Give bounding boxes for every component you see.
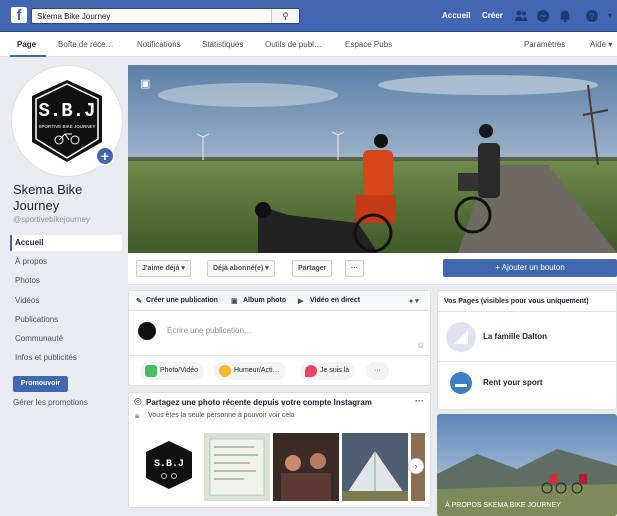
- instagram-photo[interactable]: [342, 433, 408, 501]
- smiley-icon: [219, 365, 231, 377]
- your-pages-title: Vos Pages (visibles pour vous uniquement…: [444, 298, 589, 305]
- check-in-button[interactable]: Je suis là: [300, 362, 356, 380]
- tab-inbox[interactable]: Boîte de réce…: [58, 40, 114, 49]
- photo-icon: [145, 365, 157, 377]
- tab-live-video[interactable]: Vidéo en direct: [310, 297, 360, 304]
- tab-ads[interactable]: Espace Pubs: [345, 40, 392, 49]
- page-handle[interactable]: @sportivebikejourney: [13, 215, 90, 224]
- help-dropdown[interactable]: Aide ▾: [590, 40, 612, 49]
- svg-text:▣: ▣: [140, 78, 150, 90]
- tab-publishing-tools[interactable]: Outils de publ…: [265, 40, 322, 49]
- next-arrow-icon[interactable]: ›: [408, 458, 424, 474]
- active-tab-indicator: [10, 55, 46, 57]
- tab-notifications[interactable]: Notifications: [137, 40, 181, 49]
- photo-video-button[interactable]: Photo/Vidéo: [140, 362, 205, 380]
- left-nav-about[interactable]: À propos: [15, 257, 47, 266]
- pencil-icon: ✎: [136, 298, 142, 305]
- svg-text:S.B.J: S.B.J: [154, 459, 184, 470]
- instagram-photo[interactable]: [204, 433, 270, 501]
- about-banner[interactable]: À PROPOS SKEMA BIKE JOURNEY: [437, 414, 617, 516]
- emoji-icon[interactable]: ☺: [416, 340, 425, 350]
- like-button[interactable]: J'aime déjà ▾: [136, 260, 191, 277]
- location-pin-icon: [305, 365, 317, 377]
- follow-button[interactable]: Déjà abonné(e) ▾: [207, 260, 275, 277]
- cover-photo[interactable]: ▣: [128, 65, 617, 253]
- left-nav-info-ads[interactable]: Infos et publicités: [15, 353, 77, 362]
- left-nav-community[interactable]: Communauté: [15, 334, 63, 343]
- svg-text:?: ?: [590, 12, 595, 21]
- page-title[interactable]: Skema Bike Journey: [13, 182, 123, 214]
- instagram-title: Partagez une photo récente depuis votre …: [146, 398, 372, 407]
- page-link-rent-your-sport[interactable]: Rent your sport: [483, 378, 543, 387]
- left-nav-posts[interactable]: Publications: [15, 315, 58, 324]
- search-icon[interactable]: ⚲: [271, 9, 299, 23]
- nav-create-link[interactable]: Créer: [482, 11, 503, 20]
- chip-label: Humeur/Acti…: [234, 367, 280, 374]
- page-avatar[interactable]: [450, 372, 472, 394]
- add-profile-photo-icon[interactable]: +: [95, 146, 115, 166]
- tab-photo-album[interactable]: Album photo: [243, 297, 286, 304]
- post-input[interactable]: Écrire une publication…: [167, 326, 252, 335]
- help-icon[interactable]: ?: [585, 9, 599, 23]
- account-menu-chevron-icon[interactable]: ▾: [603, 9, 617, 23]
- facebook-logo-icon[interactable]: f: [11, 7, 27, 23]
- logo-subtitle: SPORTIVE BIKE JOURNEY: [38, 124, 96, 129]
- chip-label: Je suis là: [320, 367, 350, 374]
- feeling-button[interactable]: Humeur/Acti…: [214, 362, 286, 380]
- search-box[interactable]: Skema Bike Journey ⚲: [31, 8, 300, 24]
- instagram-photo[interactable]: [273, 433, 339, 501]
- lock-icon: 🔒︎: [135, 411, 140, 420]
- left-nav-home[interactable]: Accueil: [15, 238, 43, 247]
- tab-page[interactable]: Page: [17, 40, 36, 49]
- logo-initials: S.B.J: [38, 100, 96, 122]
- notifications-icon[interactable]: [558, 9, 572, 23]
- chip-label: Photo/Vidéo: [160, 367, 199, 374]
- search-input[interactable]: Skema Bike Journey: [37, 12, 110, 21]
- divider: [438, 311, 616, 312]
- tab-create-post[interactable]: Créer une publication: [146, 297, 218, 304]
- left-nav-photos[interactable]: Photos: [15, 276, 40, 285]
- nav-home-link[interactable]: Accueil: [442, 11, 470, 20]
- more-options-button[interactable]: ···: [366, 362, 389, 380]
- page-link-dalton[interactable]: La famille Dalton: [483, 332, 547, 341]
- composer-settings-icon[interactable]: ● ▾: [409, 297, 419, 305]
- left-nav-videos[interactable]: Vidéos: [15, 296, 39, 305]
- instagram-logo-thumb[interactable]: S.B.J: [142, 438, 196, 492]
- privacy-note: Vous êtes la seule personne à pouvoir vo…: [148, 412, 295, 419]
- page-avatar[interactable]: [446, 322, 476, 352]
- promote-button[interactable]: Promouvoir: [13, 376, 68, 392]
- manage-promotions-link[interactable]: Gérer les promotions: [13, 398, 88, 407]
- divider: [438, 361, 616, 362]
- album-icon: ▣: [231, 298, 238, 305]
- messenger-icon[interactable]: [536, 9, 550, 23]
- add-button[interactable]: + Ajouter un bouton: [443, 259, 617, 277]
- friends-icon[interactable]: [514, 9, 528, 23]
- share-button[interactable]: Partager: [292, 260, 333, 277]
- settings-link[interactable]: Paramètres: [524, 40, 565, 49]
- instagram-more-button[interactable]: ···: [415, 396, 424, 406]
- live-video-icon: ▶: [298, 298, 304, 305]
- more-actions-button[interactable]: ···: [345, 260, 364, 277]
- divider: [129, 355, 430, 356]
- about-caption: À PROPOS SKEMA BIKE JOURNEY: [445, 502, 561, 509]
- instagram-icon: ◎: [134, 396, 142, 406]
- composer-avatar: [138, 322, 156, 340]
- tab-statistics[interactable]: Statistiques: [202, 40, 243, 49]
